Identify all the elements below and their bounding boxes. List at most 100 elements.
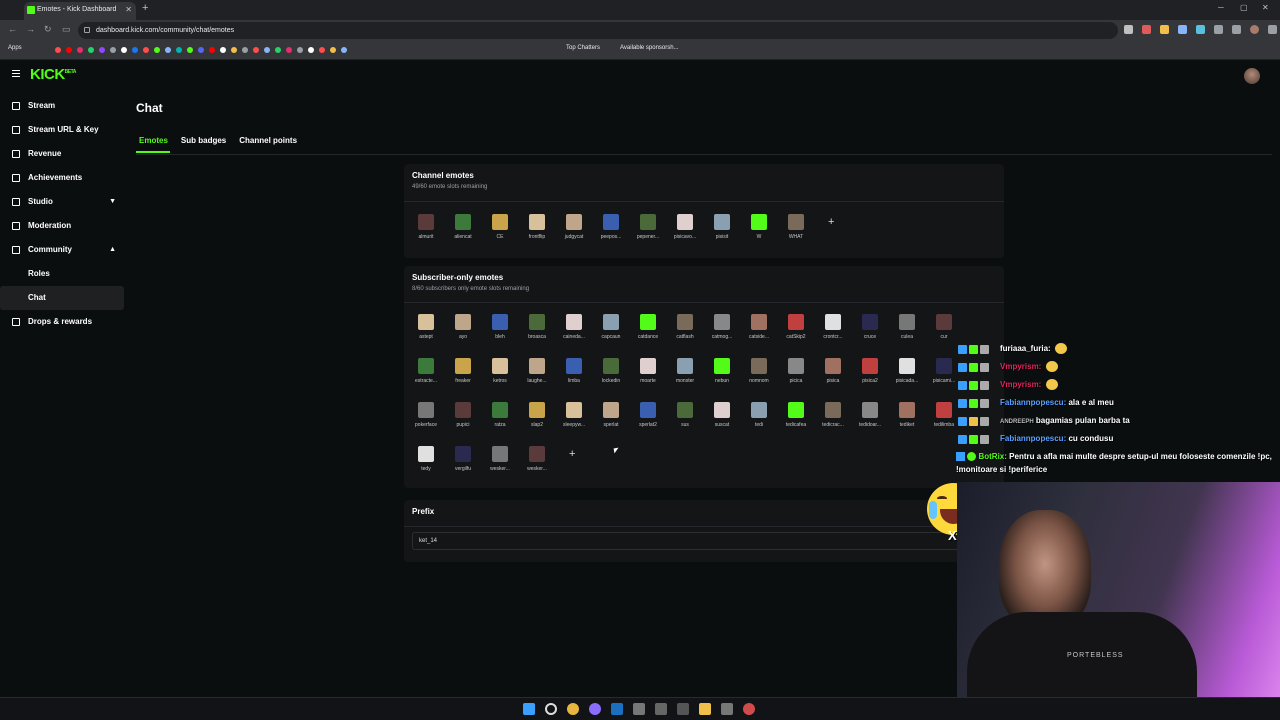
app-icon[interactable] (677, 703, 689, 715)
emote-item[interactable]: pupici (446, 402, 480, 428)
emote-item[interactable]: peepos... (594, 214, 628, 240)
emote-item[interactable]: lockedin (594, 358, 628, 384)
emote-item[interactable]: WHAT (779, 214, 813, 240)
hamburger-menu-icon[interactable] (12, 70, 20, 77)
bookmark-icon[interactable] (253, 47, 259, 53)
chevron-down-icon[interactable]: ▼ (109, 190, 116, 214)
sidebar-item-drops-rewards[interactable]: Drops & rewards (0, 310, 130, 334)
emote-item[interactable]: cruce (853, 314, 887, 340)
emote-item[interactable]: wesker... (483, 446, 517, 472)
bookmark-icon[interactable] (264, 47, 270, 53)
bookmark-icon[interactable] (88, 47, 94, 53)
emote-item[interactable]: aliencat (446, 214, 480, 240)
bookmark-icon[interactable] (308, 47, 314, 53)
emote-item[interactable]: CE (483, 214, 517, 240)
emote-item[interactable]: laughe... (520, 358, 554, 384)
extension-icon[interactable] (1160, 25, 1169, 34)
bookmark-icon[interactable] (330, 47, 336, 53)
emote-item[interactable]: moarte (631, 358, 665, 384)
sidebar-item-moderation[interactable]: Moderation (0, 214, 130, 238)
reload-icon[interactable]: ↻ (44, 24, 52, 35)
bookmark-icon[interactable] (286, 47, 292, 53)
bookmark-icon[interactable] (242, 47, 248, 53)
sidebar-subitem-chat[interactable]: Chat (0, 286, 124, 310)
forward-icon[interactable]: → (26, 24, 35, 34)
prefix-input[interactable]: ket_14 (412, 532, 996, 550)
bookmark-icon[interactable] (187, 47, 193, 53)
emote-item[interactable]: tedicafea (779, 402, 813, 428)
emote-item[interactable]: pepener... (631, 214, 665, 240)
emote-item[interactable]: judgycat (557, 214, 591, 240)
close-tab-icon[interactable]: ✕ (125, 2, 132, 18)
windows-start-icon[interactable] (523, 703, 535, 715)
split-view-icon[interactable]: ▭ (62, 24, 71, 35)
bookmark-icon[interactable] (341, 47, 347, 53)
bookmark-icon[interactable] (165, 47, 171, 53)
emote-item[interactable]: pisicada... (890, 358, 924, 384)
app-icon[interactable] (589, 703, 601, 715)
bookmark-top-chatters[interactable]: Top Chatters (566, 45, 600, 51)
emote-item[interactable]: pisicavo... (668, 214, 702, 240)
sidebar-item-revenue[interactable]: Revenue (0, 142, 130, 166)
steam-icon[interactable] (611, 703, 623, 715)
maximize-icon[interactable]: ▢ (1240, 3, 1248, 12)
bookmark-icon[interactable] (176, 47, 182, 53)
emote-item[interactable]: pisica (816, 358, 850, 384)
emote-item[interactable]: frontflip (520, 214, 554, 240)
emote-item[interactable]: catflash (668, 314, 702, 340)
emote-item[interactable]: crontcr... (816, 314, 850, 340)
emote-item[interactable]: monster (668, 358, 702, 384)
emote-item[interactable]: capcaun (594, 314, 628, 340)
sidebar-item-achievements[interactable]: Achievements (0, 166, 130, 190)
tab-sub-badges[interactable]: Sub badges (178, 136, 228, 153)
extension-icon[interactable] (1178, 25, 1187, 34)
bookmark-icon[interactable] (132, 47, 138, 53)
profile-avatar-icon[interactable] (1250, 25, 1259, 34)
emote-item[interactable]: pisisit (705, 214, 739, 240)
emote-item[interactable]: sus (668, 402, 702, 428)
app-icon[interactable] (633, 703, 645, 715)
sidebar-subitem-roles[interactable]: Roles (0, 262, 130, 286)
emote-item[interactable]: tedi (742, 402, 776, 428)
add-emote-button[interactable]: + (569, 448, 575, 460)
emote-item[interactable]: broasca (520, 314, 554, 340)
settings-icon[interactable] (721, 703, 733, 715)
emote-item[interactable]: sperlat2 (631, 402, 665, 428)
site-info-icon[interactable] (84, 27, 90, 33)
app-icon[interactable] (743, 703, 755, 715)
emote-item[interactable]: ratza (483, 402, 517, 428)
emote-item[interactable]: caineda... (557, 314, 591, 340)
menu-dots-icon[interactable] (1268, 25, 1277, 34)
emote-item[interactable]: catdance (631, 314, 665, 340)
emote-item[interactable]: bleh (483, 314, 517, 340)
emote-item[interactable]: cur (927, 314, 961, 340)
emote-item[interactable]: catside... (742, 314, 776, 340)
new-tab-button[interactable]: + (142, 2, 148, 14)
bookmark-icon[interactable] (77, 47, 83, 53)
emote-item[interactable]: tedicrac... (816, 402, 850, 428)
bookmark-icon[interactable] (99, 47, 105, 53)
tab-channel-points[interactable]: Channel points (236, 136, 299, 153)
bookmark-icon[interactable] (231, 47, 237, 53)
back-icon[interactable]: ← (8, 24, 17, 34)
bookmark-apps[interactable]: Apps (8, 45, 22, 51)
url-input[interactable]: dashboard.kick.com/community/chat/emotes (78, 22, 1118, 39)
bookmark-icon[interactable] (66, 47, 72, 53)
bookmark-star-icon[interactable] (1124, 25, 1133, 34)
emote-item[interactable]: vergilfu (446, 446, 480, 472)
emote-item[interactable]: wesker... (520, 446, 554, 472)
emote-item[interactable]: tedy (409, 446, 443, 472)
emote-item[interactable]: nomnom (742, 358, 776, 384)
bookmark-icon[interactable] (319, 47, 325, 53)
emote-item[interactable]: catmog... (705, 314, 739, 340)
emote-item[interactable]: ayo (446, 314, 480, 340)
download-icon[interactable] (1232, 25, 1241, 34)
extensions-puzzle-icon[interactable] (1214, 25, 1223, 34)
emote-item[interactable]: ketros (483, 358, 517, 384)
sidebar-item-community[interactable]: Community ▲ (0, 238, 130, 262)
emote-item[interactable]: suscat (705, 402, 739, 428)
bookmark-icon[interactable] (297, 47, 303, 53)
emote-item[interactable]: sleepyw... (557, 402, 591, 428)
bookmark-icon[interactable] (55, 47, 61, 53)
emote-item[interactable]: culea (890, 314, 924, 340)
